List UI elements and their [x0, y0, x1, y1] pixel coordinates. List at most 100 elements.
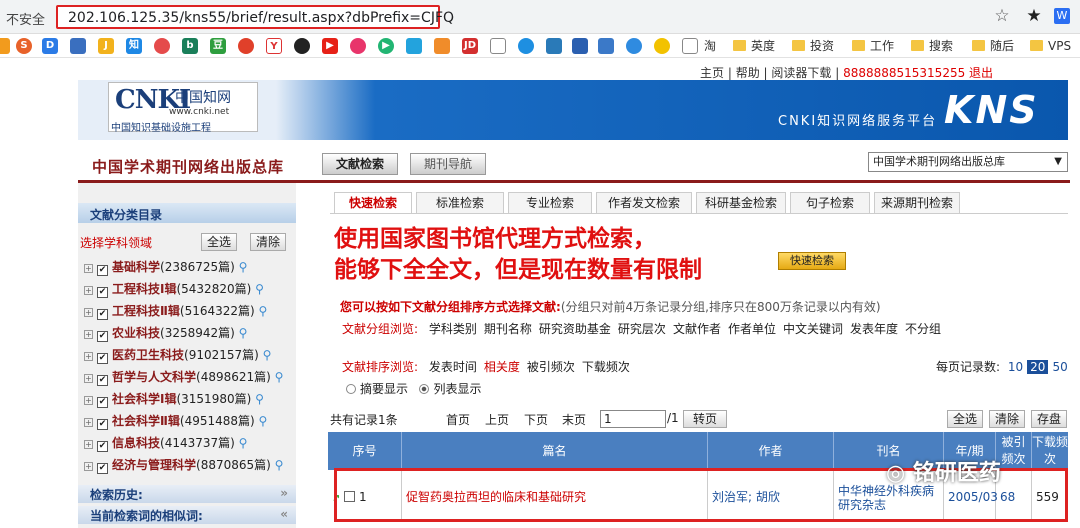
sort-option[interactable]: 发表时间: [429, 360, 477, 374]
category-checkbox[interactable]: ✔: [97, 463, 108, 474]
per-page-option[interactable]: 20: [1027, 360, 1049, 374]
help-link[interactable]: 帮助: [736, 66, 760, 80]
category-checkbox[interactable]: ✔: [97, 309, 108, 320]
sort-option[interactable]: 被引频次: [527, 360, 575, 374]
star-outline-icon[interactable]: ☆: [992, 6, 1012, 26]
group-option[interactable]: 期刊名称: [484, 322, 532, 336]
bookmark-folder-later[interactable]: 随后: [972, 37, 1014, 55]
category-item[interactable]: + ✔ 工程科技Ⅱ辑(5164322篇) ⚲: [84, 300, 267, 322]
magnifier-icon[interactable]: ⚲: [263, 348, 272, 362]
bookmark-folder-vps[interactable]: VPS: [1030, 37, 1071, 55]
category-item[interactable]: + ✔ 农业科技(3258942篇) ⚲: [84, 322, 247, 344]
magnifier-icon[interactable]: ⚲: [259, 414, 268, 428]
category-item[interactable]: + ✔ 社会科学Ⅱ辑(4951488篇) ⚲: [84, 410, 267, 432]
category-item[interactable]: + ✔ 医药卫生科技(9102157篇) ⚲: [84, 344, 271, 366]
bookmark-icon[interactable]: [546, 38, 562, 54]
search-tab[interactable]: 句子检索: [790, 192, 870, 214]
search-tab[interactable]: 作者发文检索: [596, 192, 692, 214]
magnifier-icon[interactable]: ⚲: [275, 458, 284, 472]
category-checkbox[interactable]: ✔: [97, 331, 108, 342]
bookmark-icon[interactable]: Y: [266, 38, 282, 54]
clear-results-button[interactable]: 清除: [989, 410, 1025, 428]
category-name[interactable]: 社会科学Ⅱ辑: [112, 414, 180, 428]
clear-button[interactable]: 清除: [250, 233, 286, 251]
bookmark-icon[interactable]: 知: [126, 38, 142, 54]
category-item[interactable]: + ✔ 工程科技Ⅰ辑(5432820篇) ⚲: [84, 278, 264, 300]
related-terms-header[interactable]: 当前检索词的相似词: «: [78, 506, 296, 524]
bookmark-icon[interactable]: [434, 38, 450, 54]
abstract-display-label[interactable]: 摘要显示: [360, 382, 408, 396]
security-label[interactable]: 不安全: [6, 9, 45, 28]
tab-journal-nav[interactable]: 期刊导航: [410, 153, 486, 175]
category-checkbox[interactable]: ✔: [97, 287, 108, 298]
bookmark-icon[interactable]: ▶: [378, 38, 394, 54]
search-tab[interactable]: 快速检索: [334, 192, 412, 214]
prev-page-link[interactable]: 上页: [485, 411, 509, 428]
search-tab[interactable]: 来源期刊检索: [874, 192, 960, 214]
expand-icon[interactable]: +: [84, 286, 93, 295]
logout-link[interactable]: 退出: [969, 66, 993, 80]
bookmark-icon[interactable]: [350, 38, 366, 54]
expand-icon[interactable]: +: [84, 308, 93, 317]
category-item[interactable]: + ✔ 经济与管理科学(8870865篇) ⚲: [84, 454, 283, 476]
search-history-header[interactable]: 检索历史:»: [78, 485, 296, 503]
category-checkbox[interactable]: ✔: [97, 375, 108, 386]
expand-icon[interactable]: +: [84, 440, 93, 449]
reader-download-link[interactable]: 阅读器下载: [771, 66, 831, 80]
go-page-button[interactable]: 转页: [683, 410, 727, 428]
category-checkbox[interactable]: ✔: [97, 265, 108, 276]
search-tab[interactable]: 科研基金检索: [696, 192, 786, 214]
expand-icon[interactable]: +: [84, 264, 93, 273]
per-page-option[interactable]: 10: [1008, 360, 1023, 374]
magnifier-icon[interactable]: ⚲: [239, 326, 248, 340]
bookmark-icon[interactable]: [0, 38, 10, 54]
group-option[interactable]: 发表年度: [850, 322, 898, 336]
bookmark-icon[interactable]: 豆: [210, 38, 226, 54]
home-link[interactable]: 主页: [700, 66, 724, 80]
select-all-results-button[interactable]: 全选: [947, 410, 983, 428]
page-icon[interactable]: [490, 38, 506, 54]
col-header-cited[interactable]: 被引频次: [996, 432, 1032, 470]
category-item[interactable]: + ✔ 哲学与人文科学(4898621篇) ⚲: [84, 366, 283, 388]
group-option[interactable]: 研究层次: [618, 322, 666, 336]
group-option[interactable]: 文献作者: [673, 322, 721, 336]
magnifier-icon[interactable]: ⚲: [239, 436, 248, 450]
expand-icon[interactable]: +: [84, 462, 93, 471]
sort-option[interactable]: 下载频次: [582, 360, 630, 374]
group-option[interactable]: 作者单位: [728, 322, 776, 336]
list-display-label[interactable]: 列表显示: [433, 382, 481, 396]
bookmark-icon[interactable]: [518, 38, 534, 54]
magnifier-icon[interactable]: ⚲: [255, 282, 264, 296]
page-number-input[interactable]: 1: [600, 410, 666, 428]
bookmark-icon[interactable]: D: [42, 38, 58, 54]
bookmark-icon[interactable]: S: [16, 38, 32, 54]
bookmark-icon[interactable]: [154, 38, 170, 54]
expand-icon[interactable]: +: [84, 396, 93, 405]
expand-icon[interactable]: +: [84, 352, 93, 361]
bookmark-icon[interactable]: [572, 38, 588, 54]
category-checkbox[interactable]: ✔: [97, 353, 108, 364]
bookmark-folder-work[interactable]: 工作: [852, 37, 894, 55]
group-option[interactable]: 不分组: [905, 322, 941, 336]
expand-icon[interactable]: +: [84, 418, 93, 427]
category-checkbox[interactable]: ✔: [97, 397, 108, 408]
magnifier-icon[interactable]: ⚲: [275, 370, 284, 384]
first-page-link[interactable]: 首页: [446, 411, 470, 428]
category-name[interactable]: 信息科技: [112, 436, 160, 450]
expand-icon[interactable]: +: [84, 330, 93, 339]
search-tab[interactable]: 标准检索: [416, 192, 504, 214]
col-header-downloads[interactable]: 下载频次: [1032, 432, 1068, 470]
page-icon[interactable]: [682, 38, 698, 54]
group-option[interactable]: 中文关键词: [783, 322, 843, 336]
magnifier-icon[interactable]: ⚲: [255, 392, 264, 406]
sort-option[interactable]: 相关度: [484, 360, 520, 374]
category-name[interactable]: 工程科技Ⅰ辑: [112, 282, 176, 296]
list-radio[interactable]: [419, 384, 430, 394]
database-select[interactable]: 中国学术期刊网络出版总库 ▼: [868, 152, 1068, 172]
category-name[interactable]: 经济与管理科学: [112, 458, 196, 472]
url-text[interactable]: 202.106.125.35/kns55/brief/result.aspx?d…: [68, 10, 454, 26]
url-field[interactable]: 202.106.125.35/kns55/brief/result.aspx?d…: [56, 5, 454, 29]
bookmark-folder-search[interactable]: 搜索: [911, 37, 953, 55]
bookmark-icon[interactable]: [294, 38, 310, 54]
category-item[interactable]: + ✔ 社会科学Ⅰ辑(3151980篇) ⚲: [84, 388, 264, 410]
